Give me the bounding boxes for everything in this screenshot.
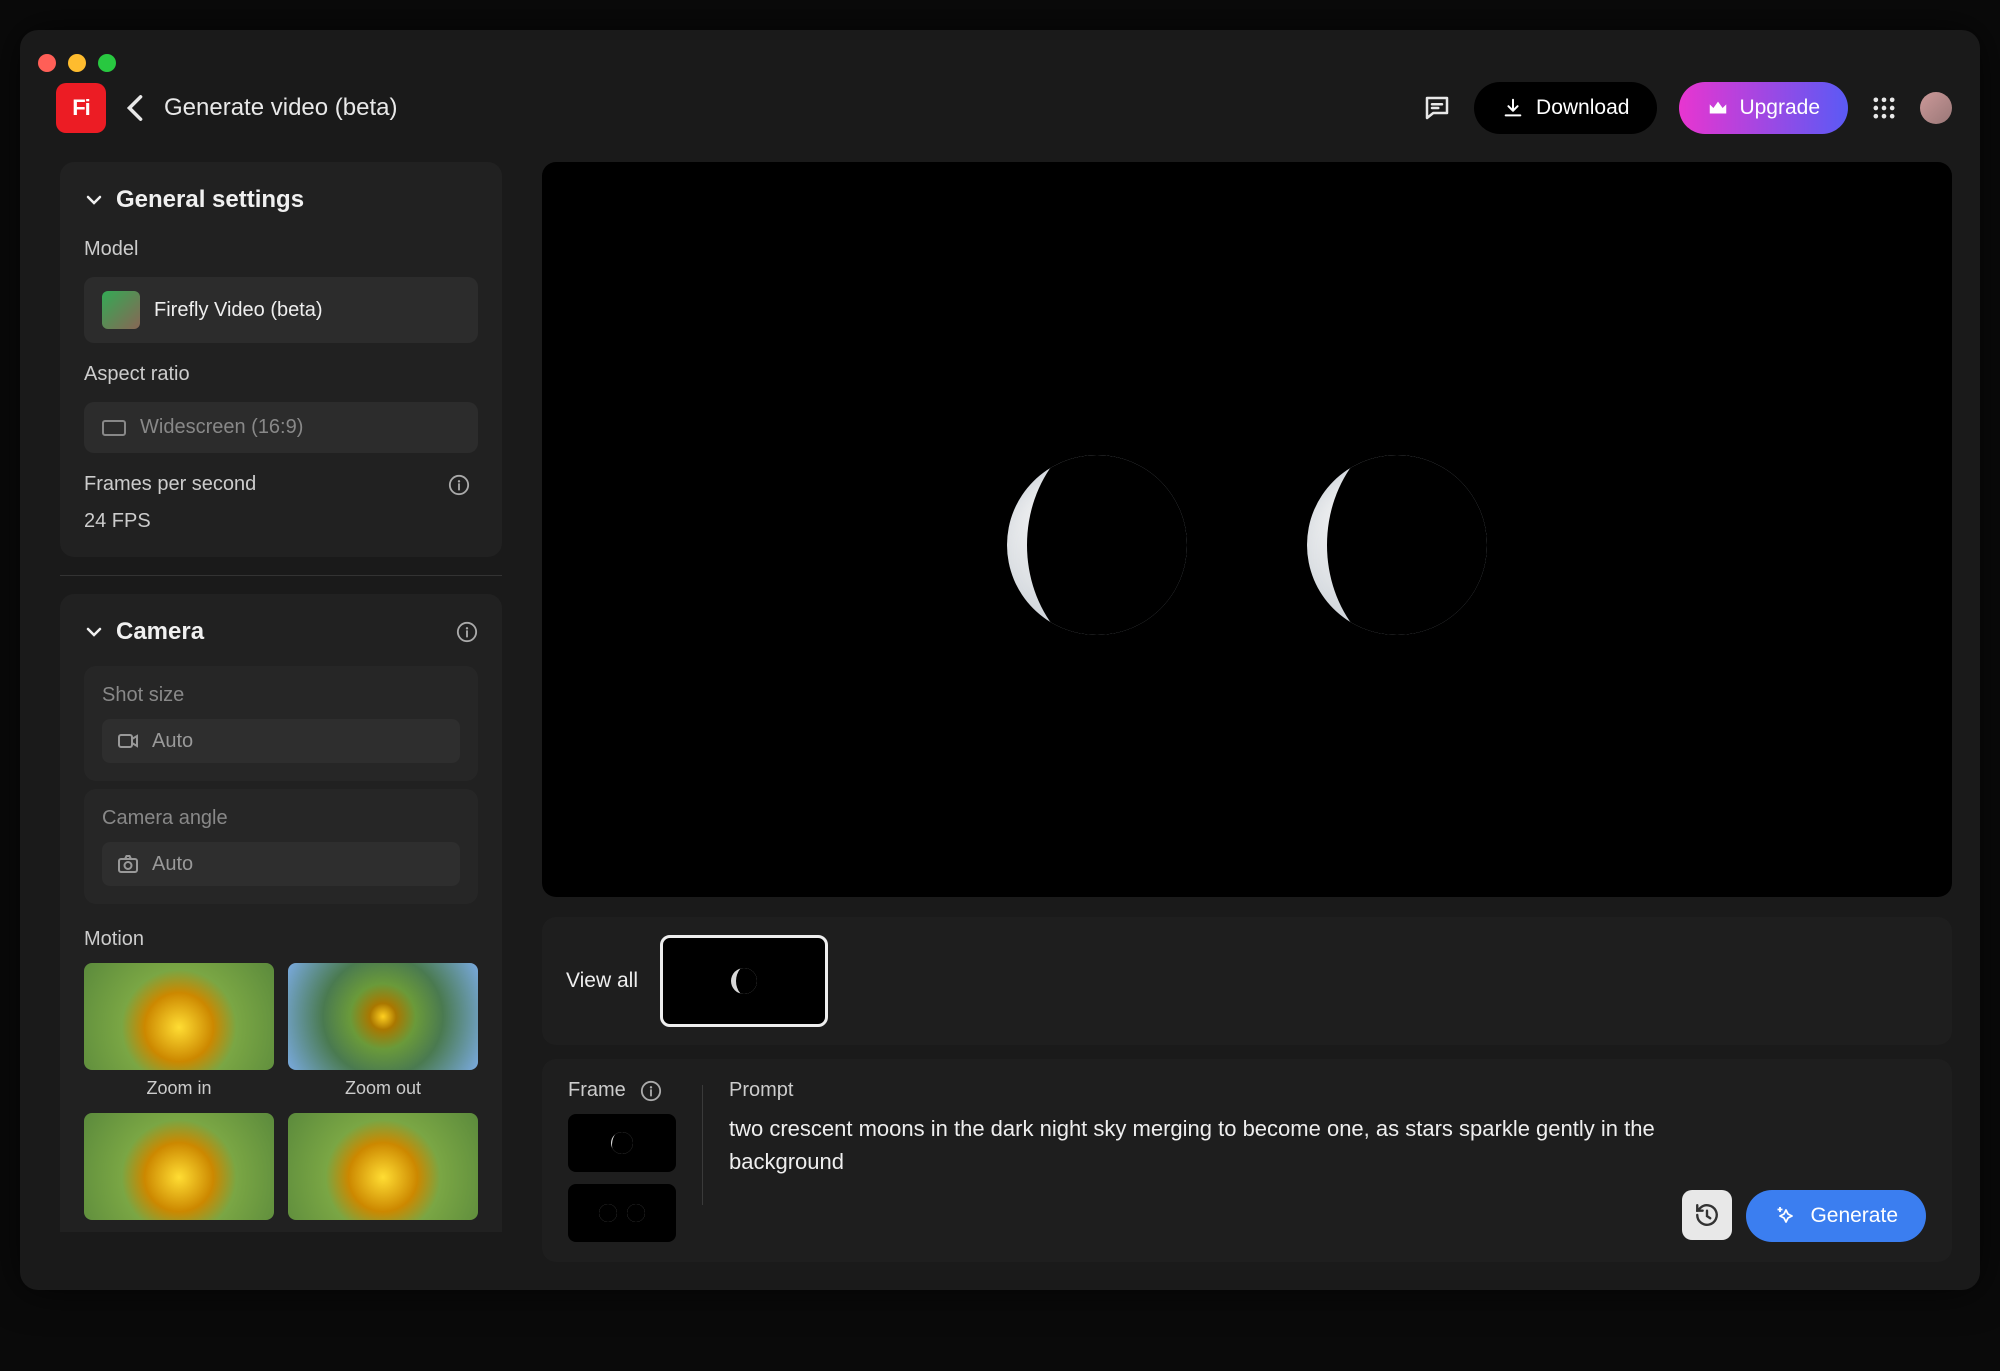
thumbnail-graphic (627, 1204, 645, 1222)
motion-thumbnail (288, 963, 478, 1070)
chevron-down-icon (84, 622, 104, 642)
info-icon[interactable] (448, 474, 470, 496)
close-window-button[interactable] (38, 54, 56, 72)
apps-grid-icon[interactable] (1870, 94, 1898, 122)
general-settings-section: General settings Model Firefly Video (be… (60, 162, 502, 557)
comment-icon[interactable] (1422, 93, 1452, 123)
download-label: Download (1536, 96, 1629, 120)
moon-graphic (1307, 455, 1487, 635)
camera-angle-label: Camera angle (102, 807, 460, 830)
thumbnail-graphic (731, 968, 757, 994)
chevron-down-icon (84, 190, 104, 210)
info-icon[interactable] (456, 621, 478, 643)
motion-thumbnail (84, 963, 274, 1070)
generate-button[interactable]: Generate (1746, 1190, 1926, 1242)
fps-label-row: Frames per second (60, 461, 502, 504)
app-logo[interactable]: Fi (56, 83, 106, 133)
camera-section: Camera Shot size Auto Camera angle (60, 594, 502, 1232)
maximize-window-button[interactable] (98, 54, 116, 72)
motion-caption: Zoom out (345, 1078, 421, 1099)
view-all-button[interactable]: View all (566, 969, 638, 993)
page-title: Generate video (beta) (164, 94, 397, 122)
motion-thumbnail (84, 1113, 274, 1220)
window-controls (20, 30, 1980, 54)
fps-value: 24 FPS (60, 504, 502, 557)
shot-size-value: Auto (152, 730, 193, 753)
generation-thumbnail[interactable] (660, 935, 828, 1027)
motion-zoom-in[interactable]: Zoom in (84, 963, 274, 1099)
motion-label: Motion (60, 912, 502, 963)
sparkle-icon (1774, 1204, 1798, 1228)
section-title: General settings (116, 186, 304, 214)
fps-label: Frames per second (84, 473, 256, 496)
first-frame-thumbnail[interactable] (568, 1114, 676, 1172)
motion-option[interactable] (84, 1113, 274, 1220)
upgrade-button[interactable]: Upgrade (1679, 82, 1848, 134)
camera-photo-icon (116, 852, 140, 876)
download-button[interactable]: Download (1474, 82, 1657, 134)
model-value: Firefly Video (beta) (154, 299, 323, 322)
prompt-label: Prompt (729, 1079, 1656, 1102)
generations-row: View all (542, 917, 1952, 1045)
vertical-divider (702, 1085, 703, 1205)
motion-thumbnail (288, 1113, 478, 1220)
shot-size-label: Shot size (102, 684, 460, 707)
back-button[interactable] (126, 94, 144, 122)
model-select[interactable]: Firefly Video (beta) (84, 277, 478, 343)
model-thumbnail (102, 291, 140, 329)
aspect-ratio-select[interactable]: Widescreen (16:9) (84, 402, 478, 453)
history-button[interactable] (1682, 1190, 1732, 1240)
camera-icon (116, 729, 140, 753)
video-preview[interactable] (542, 162, 1952, 897)
frame-label: Frame (568, 1079, 626, 1102)
aspect-ratio-value: Widescreen (16:9) (140, 416, 303, 439)
model-label: Model (60, 226, 502, 269)
camera-angle-group: Camera angle Auto (84, 789, 478, 904)
thumbnail-graphic (599, 1204, 617, 1222)
prompt-input[interactable]: two crescent moons in the dark night sky… (729, 1112, 1656, 1178)
aspect-ratio-label: Aspect ratio (60, 351, 502, 394)
motion-zoom-out[interactable]: Zoom out (288, 963, 478, 1099)
shot-size-select[interactable]: Auto (102, 719, 460, 763)
user-avatar[interactable] (1920, 92, 1952, 124)
crown-icon (1707, 97, 1729, 119)
generate-label: Generate (1810, 1204, 1898, 1228)
minimize-window-button[interactable] (68, 54, 86, 72)
camera-angle-value: Auto (152, 853, 193, 876)
upgrade-label: Upgrade (1739, 96, 1820, 120)
thumbnail-graphic (611, 1132, 633, 1154)
divider (60, 575, 502, 576)
download-icon (1502, 97, 1524, 119)
video-player: 00:01 / 00:05 Download (542, 162, 1952, 897)
motion-option[interactable] (288, 1113, 478, 1220)
prompt-panel: Frame Prompt two c (542, 1059, 1952, 1262)
camera-header[interactable]: Camera (60, 594, 502, 658)
moon-graphic (1007, 455, 1187, 635)
shot-size-group: Shot size Auto (84, 666, 478, 781)
last-frame-thumbnail[interactable] (568, 1184, 676, 1242)
general-settings-header[interactable]: General settings (60, 162, 502, 226)
widescreen-icon (102, 420, 126, 436)
section-title: Camera (116, 618, 204, 646)
info-icon[interactable] (640, 1080, 662, 1102)
motion-caption: Zoom in (146, 1078, 211, 1099)
camera-angle-select[interactable]: Auto (102, 842, 460, 886)
